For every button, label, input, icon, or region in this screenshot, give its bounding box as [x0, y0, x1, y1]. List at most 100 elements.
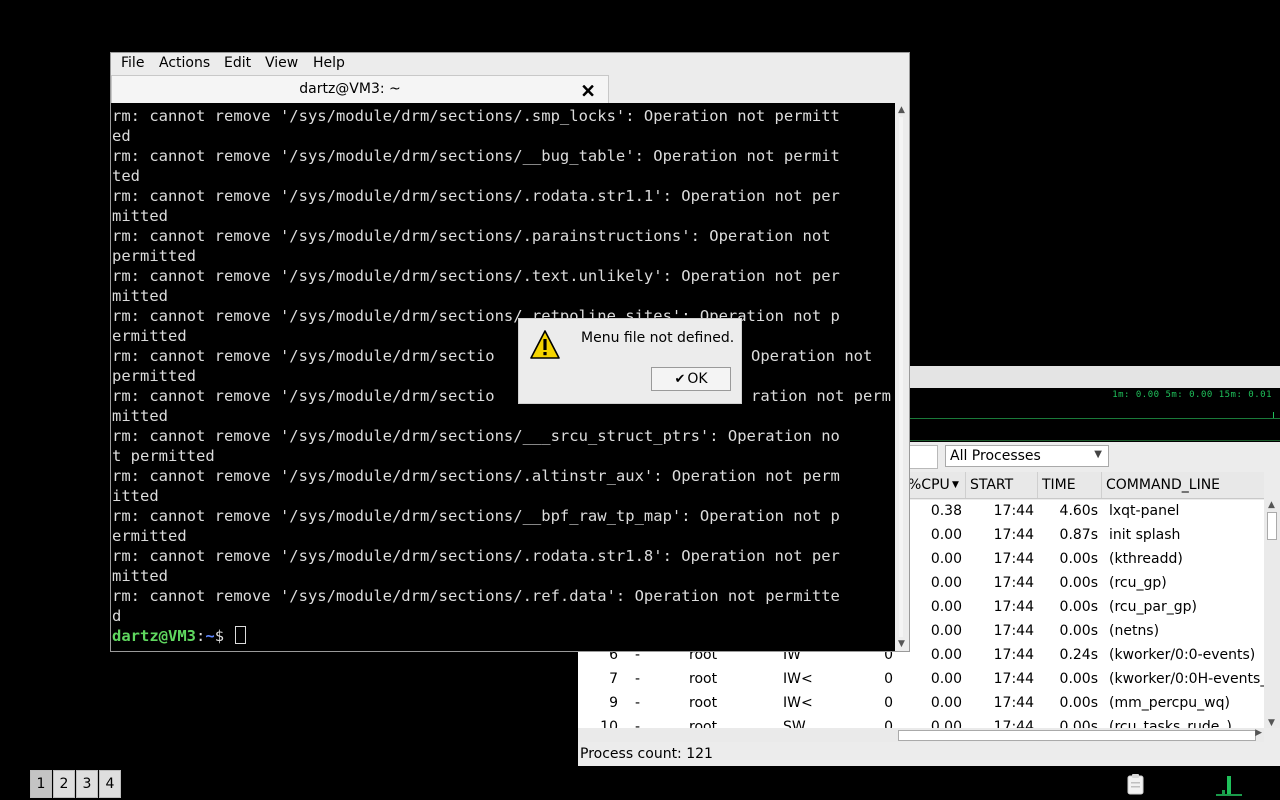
terminal-line: ermitted	[112, 327, 187, 345]
column-header-command-line[interactable]: COMMAND_LINE	[1102, 472, 1264, 498]
cell-cpu: 0.00	[930, 551, 962, 567]
cell-start: 17:44	[993, 551, 1034, 567]
terminal-line: rm: cannot remove '/sys/module/drm/secti…	[112, 587, 840, 605]
cell-cpu: 0.00	[930, 719, 962, 728]
cell-pid: 10	[600, 719, 618, 728]
cell-pid: 9	[609, 695, 618, 711]
shell-prompt[interactable]: dartz@VM3:~$	[112, 626, 247, 646]
cell-stat: IW<	[783, 695, 813, 711]
terminal-line: rm: cannot remove '/sys/module/drm/secti…	[112, 187, 840, 205]
clipboard-icon[interactable]	[1126, 772, 1146, 796]
menu-file[interactable]: File	[121, 55, 144, 71]
table-row[interactable]: 7 - root IW< 0 0.00 17:44 0.00s (kworker/0:0H-ev…	[578, 668, 1264, 692]
process-filter-value: All Processes	[950, 448, 1041, 464]
desktop-button-1[interactable]: 1	[30, 770, 52, 798]
ok-button[interactable]: ✔ OK	[651, 367, 731, 391]
terminal-line: permitted	[112, 247, 196, 265]
desktop-button-4[interactable]: 4	[99, 770, 121, 798]
cell-cmd: (kworker/0:0H-events_	[1109, 671, 1264, 687]
tab-title: dartz@VM3: ~	[299, 81, 401, 97]
column-header-start[interactable]: START	[966, 472, 1038, 498]
cell-stat: SW	[783, 719, 806, 728]
menu-help[interactable]: Help	[313, 55, 345, 71]
scroll-down-icon[interactable]: ▼	[898, 639, 905, 649]
cell-time: 0.00s	[1059, 671, 1098, 687]
terminal-line: rm: cannot remove '/sys/module/drm/secti…	[112, 107, 840, 125]
menu-view[interactable]: View	[265, 55, 298, 71]
scroll-up-icon[interactable]: ▲	[898, 105, 905, 115]
terminal-line-fragment: Operation not	[751, 347, 873, 365]
terminal-line: ed	[112, 127, 131, 145]
terminal-output[interactable]: rm: cannot remove '/sys/module/drm/secti…	[111, 103, 895, 651]
system-monitor-icon[interactable]	[1216, 772, 1242, 796]
load-average-text: 1m: 0.00 5m: 0.00 15m: 0.01	[1112, 390, 1272, 400]
checkmark-icon: ✔	[674, 372, 686, 387]
cell-time: 0.87s	[1059, 527, 1098, 543]
cell-start: 17:44	[993, 719, 1034, 728]
terminal-line: mitted	[112, 567, 168, 585]
dialog-message: Menu file not defined.	[581, 330, 735, 346]
terminal-line: t permitted	[112, 447, 215, 465]
cell-user: root	[689, 671, 718, 687]
terminal-line: rm: cannot remove '/sys/module/drm/secti…	[112, 467, 840, 485]
column-header-time[interactable]: TIME	[1038, 472, 1102, 498]
terminal-line: rm: cannot remove '/sys/module/drm/secti…	[112, 227, 831, 245]
cell-start: 17:44	[993, 671, 1034, 687]
scroll-up-icon[interactable]: ▲	[1268, 500, 1275, 510]
scrollbar-track[interactable]	[899, 117, 903, 637]
column-header-cpu[interactable]: %CPU ▼	[904, 472, 966, 498]
cell-user: root	[689, 719, 718, 728]
cell-cpu: 0.00	[930, 527, 962, 543]
cell-tty: -	[635, 719, 641, 728]
column-header-label: %CPU	[908, 477, 950, 493]
cell-time: 0.00s	[1059, 719, 1098, 728]
column-header-label: TIME	[1042, 477, 1076, 493]
cell-cpu: 0.00	[930, 623, 962, 639]
terminal-line: rm: cannot remove '/sys/module/drm/secti…	[112, 507, 840, 525]
terminal-line: rm: cannot remove '/sys/module/drm/secti…	[112, 387, 495, 405]
terminal-line: rm: cannot remove '/sys/module/drm/secti…	[112, 147, 840, 165]
cell-time: 0.00s	[1059, 623, 1098, 639]
process-filter-select[interactable]: All Processes ▼	[945, 445, 1109, 467]
terminal-line: rm: cannot remove '/sys/module/drm/secti…	[112, 267, 840, 285]
cell-start: 17:44	[993, 527, 1034, 543]
cell-start: 17:44	[993, 599, 1034, 615]
menu-edit[interactable]: Edit	[224, 55, 251, 71]
process-table-hscrollbar[interactable]: ▶	[578, 728, 1264, 742]
desktop-button-2[interactable]: 2	[53, 770, 75, 798]
scroll-right-icon[interactable]: ▶	[1255, 728, 1262, 738]
cell-cpu: 0.38	[930, 503, 962, 519]
scrollbar-thumb[interactable]	[1267, 512, 1277, 540]
terminal-scrollbar[interactable]: ▲ ▼	[895, 103, 909, 651]
desktop-button-3[interactable]: 3	[76, 770, 98, 798]
terminal-line-fragment: ration not perm	[751, 387, 891, 405]
cell-tty: -	[635, 671, 641, 687]
terminal-line: permitted	[112, 367, 196, 385]
terminal-line: mitted	[112, 287, 168, 305]
cell-cmd: (rcu_tasks_rude_)	[1109, 719, 1232, 728]
scrollbar-thumb[interactable]	[898, 730, 1256, 741]
cell-cmd: (rcu_par_gp)	[1109, 599, 1197, 615]
terminal-line: mitted	[112, 407, 168, 425]
cell-cpu: 0.00	[930, 695, 962, 711]
prompt-symbol: $	[214, 627, 234, 645]
process-count-status: Process count: 121	[580, 746, 713, 762]
table-row[interactable]: 10 - root SW 0 0.00 17:44 0.00s (rcu_tasks_rude_…	[578, 716, 1264, 728]
menu-actions[interactable]: Actions	[159, 55, 210, 71]
process-table-vscrollbar[interactable]: ▲ ▼	[1264, 500, 1280, 728]
tab-terminal[interactable]: dartz@VM3: ~ 🗙	[111, 75, 609, 103]
table-row[interactable]: 9 - root IW< 0 0.00 17:44 0.00s (mm_percpu_wq)	[578, 692, 1264, 716]
close-icon[interactable]: 🗙	[582, 79, 594, 106]
prompt-separator: :	[196, 627, 206, 645]
terminal-window: File Actions Edit View Help dartz@VM3: ~…	[110, 52, 910, 652]
warning-icon	[530, 330, 560, 359]
cell-nice: 0	[884, 671, 893, 687]
prompt-user: dartz@VM3	[112, 627, 196, 645]
cell-nice: 0	[884, 719, 893, 728]
cell-cmd: (netns)	[1109, 623, 1160, 639]
terminal-line: mitted	[112, 207, 168, 225]
terminal-line: ted	[112, 167, 140, 185]
scroll-down-icon[interactable]: ▼	[1268, 718, 1275, 728]
cell-cmd: init splash	[1109, 527, 1181, 543]
cell-time: 0.00s	[1059, 551, 1098, 567]
